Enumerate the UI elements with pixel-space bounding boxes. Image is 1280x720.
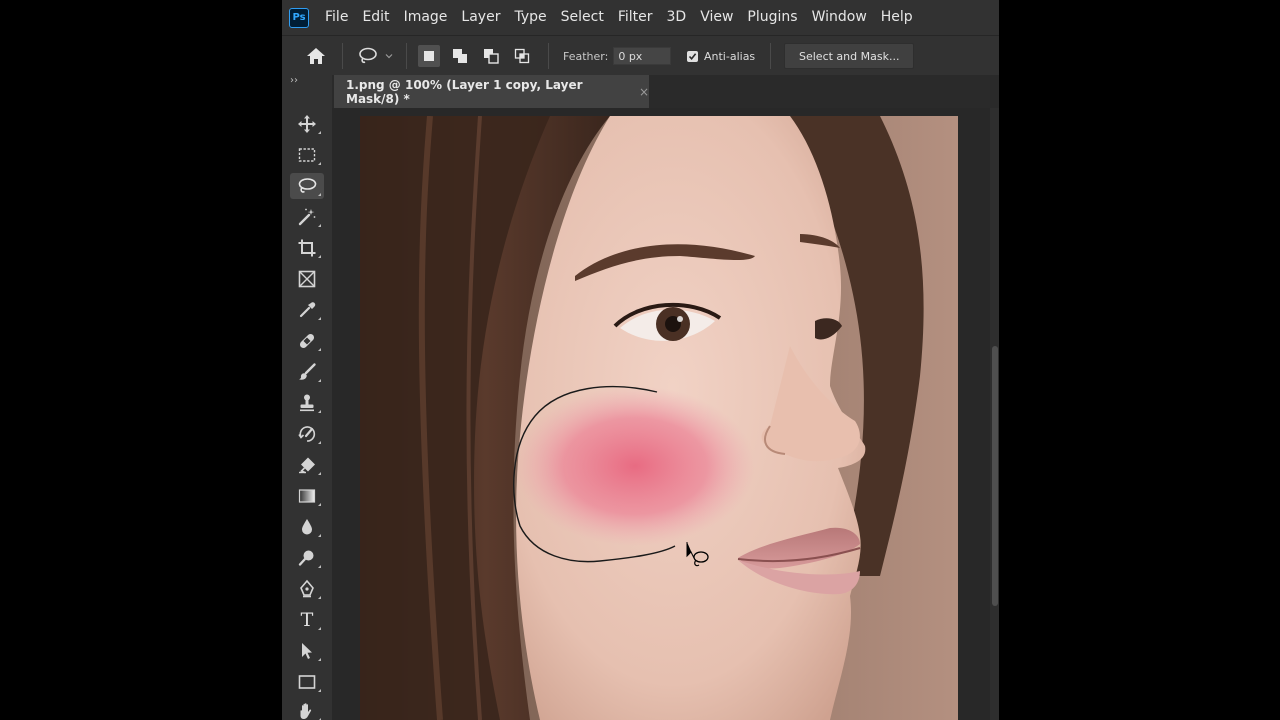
options-bar: Feather: Anti-alias Select and Mask... (282, 35, 999, 75)
options-separator (406, 43, 407, 69)
blur-tool[interactable] (290, 514, 324, 540)
crop-icon (298, 239, 316, 257)
menu-file[interactable]: File (318, 0, 355, 35)
rectangle-tool[interactable] (290, 669, 324, 695)
eraser-icon (299, 457, 315, 474)
tools-panel: ›› T (282, 75, 332, 720)
clone-stamp-tool[interactable] (290, 390, 324, 416)
eraser-tool[interactable] (290, 452, 324, 478)
eyedropper-tool[interactable] (290, 297, 324, 323)
menu-bar: Ps File Edit Image Layer Type Select Fil… (282, 0, 999, 35)
history-brush-icon (298, 426, 316, 442)
scrollbar-thumb[interactable] (992, 346, 998, 606)
menu-edit[interactable]: Edit (355, 0, 396, 35)
brush-icon (299, 363, 316, 380)
menu-filter[interactable]: Filter (611, 0, 660, 35)
document-tab-bar: 1.png @ 100% (Layer 1 copy, Layer Mask/8… (332, 75, 999, 108)
drop-icon (302, 519, 312, 535)
menu-window[interactable]: Window (805, 0, 874, 35)
anti-alias-checkbox[interactable]: Anti-alias (687, 36, 755, 76)
home-icon (307, 48, 325, 64)
vertical-scrollbar[interactable] (990, 108, 999, 720)
menu-3d[interactable]: 3D (660, 0, 694, 35)
app-logo: Ps (289, 7, 309, 28)
chevron-down-icon (385, 54, 393, 59)
crop-tool[interactable] (290, 235, 324, 261)
lasso-tool[interactable] (290, 173, 324, 199)
frame-tool[interactable] (290, 266, 324, 292)
tool-preset-picker[interactable] (357, 36, 394, 76)
stamp-icon (300, 394, 314, 412)
magic-wand-icon (298, 208, 316, 226)
options-separator (548, 43, 549, 69)
healing-brush-tool[interactable] (290, 328, 324, 354)
subtract-from-selection-button[interactable] (480, 45, 502, 67)
options-separator (342, 43, 343, 69)
menu-layer[interactable]: Layer (454, 0, 507, 35)
lasso-icon (298, 178, 317, 193)
new-selection-icon (424, 51, 434, 61)
checkbox-checked-icon (687, 50, 698, 62)
type-icon: T (300, 609, 314, 631)
lasso-icon (359, 47, 377, 64)
select-and-mask-button[interactable]: Select and Mask... (784, 43, 915, 69)
dodge-tool[interactable] (290, 545, 324, 571)
gradient-icon (298, 489, 316, 503)
feather-label: Feather: (563, 49, 609, 63)
pen-tool[interactable] (290, 576, 324, 602)
magic-wand-tool[interactable] (290, 204, 324, 230)
arrow-icon (302, 643, 312, 659)
portrait-photo[interactable] (360, 116, 958, 720)
rectangle-icon (298, 675, 316, 689)
gradient-tool[interactable] (290, 483, 324, 509)
eyedropper-icon (299, 302, 316, 318)
menu-view[interactable]: View (693, 0, 740, 35)
close-icon[interactable]: × (639, 85, 649, 99)
home-button[interactable] (305, 36, 327, 76)
menu-select[interactable]: Select (554, 0, 611, 35)
move-tool[interactable] (290, 111, 324, 137)
intersect-with-selection-button[interactable] (511, 45, 533, 67)
menu-plugins[interactable]: Plugins (740, 0, 804, 35)
add-to-selection-button[interactable] (449, 45, 471, 67)
canvas-area[interactable] (332, 108, 999, 720)
anti-alias-label: Anti-alias (704, 49, 756, 63)
new-selection-button[interactable] (418, 45, 440, 67)
move-icon (298, 115, 316, 133)
bandage-icon (299, 333, 315, 349)
marquee-tool[interactable] (290, 142, 324, 168)
intersect-with-selection-icon (514, 48, 530, 64)
photoshop-window: Ps File Edit Image Layer Type Select Fil… (282, 0, 999, 720)
subtract-from-selection-icon (484, 49, 499, 64)
menu-image[interactable]: Image (397, 0, 455, 35)
options-separator (770, 43, 771, 69)
document-tab-title: 1.png @ 100% (Layer 1 copy, Layer Mask/8… (346, 77, 583, 106)
hand-tool[interactable] (290, 698, 324, 720)
feather-input[interactable] (613, 47, 672, 65)
collapse-toolbar-icon[interactable]: ›› (290, 75, 298, 86)
menu-help[interactable]: Help (874, 0, 920, 35)
history-brush-tool[interactable] (290, 421, 324, 447)
marquee-icon (298, 148, 316, 162)
dodge-icon (298, 550, 314, 566)
document-tab[interactable]: 1.png @ 100% (Layer 1 copy, Layer Mask/8… (334, 75, 649, 108)
pen-icon (300, 579, 314, 598)
frame-icon (298, 270, 316, 288)
add-to-selection-icon (453, 49, 467, 63)
path-selection-tool[interactable] (290, 638, 324, 664)
brush-tool[interactable] (290, 359, 324, 385)
hand-icon (300, 703, 312, 719)
menu-type[interactable]: Type (507, 0, 553, 35)
type-tool[interactable]: T (290, 607, 324, 633)
